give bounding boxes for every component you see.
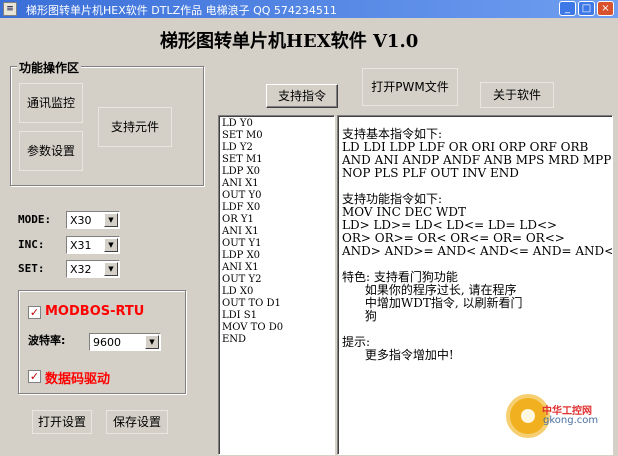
chevron-down-icon[interactable]: ▼ bbox=[104, 213, 118, 227]
inc-select[interactable]: X31 ▼ bbox=[66, 236, 120, 254]
mode-select[interactable]: X30 ▼ bbox=[66, 211, 120, 229]
modbus-label: MODBOS-RTU bbox=[45, 304, 145, 319]
minimize-button[interactable]: _ bbox=[559, 1, 576, 16]
datacode-checkbox[interactable]: ✓ bbox=[28, 370, 41, 383]
watermark-line2: gkong.com bbox=[543, 415, 599, 426]
chevron-down-icon[interactable]: ▼ bbox=[104, 262, 118, 276]
set-select[interactable]: X32 ▼ bbox=[66, 260, 120, 278]
app-icon: ≡ bbox=[3, 2, 17, 16]
title-bar: ≡ 梯形图转单片机HEX软件 DTLZ作品 电梯浪子 QQ 574234511 … bbox=[0, 0, 618, 18]
program-textarea[interactable]: LD Y0 SET M0 LD Y2 SET M1 LDP X0 ANI X1 … bbox=[218, 115, 335, 455]
app-title: 梯形图转单片机HEX软件 V1.0 bbox=[160, 31, 419, 52]
baud-value: 9600 bbox=[93, 336, 121, 349]
window-title: 梯形图转单片机HEX软件 DTLZ作品 电梯浪子 QQ 574234511 bbox=[26, 4, 337, 17]
comm-monitor-button[interactable]: 通讯监控 bbox=[19, 83, 83, 123]
function-area-group: 功能操作区 通讯监控 参数设置 支持元件 bbox=[10, 59, 204, 186]
gear-logo-icon bbox=[510, 398, 546, 434]
baud-select[interactable]: 9600 ▼ bbox=[89, 333, 161, 351]
about-button[interactable]: 关于软件 bbox=[480, 82, 554, 108]
open-settings-button[interactable]: 打开设置 bbox=[32, 410, 92, 434]
set-value: X32 bbox=[70, 263, 92, 276]
mode-value: X30 bbox=[70, 214, 92, 227]
supported-instructions-button[interactable]: 支持指令 bbox=[266, 84, 338, 108]
baud-label: 波特率: bbox=[28, 334, 66, 347]
inc-label: INC: bbox=[18, 238, 45, 251]
inc-value: X31 bbox=[70, 239, 92, 252]
set-label: SET: bbox=[18, 262, 45, 275]
param-settings-button[interactable]: 参数设置 bbox=[19, 131, 83, 171]
support-components-button[interactable]: 支持元件 bbox=[98, 107, 172, 147]
modbus-checkbox[interactable]: ✓ bbox=[28, 306, 41, 319]
comm-group: ✓ MODBOS-RTU 波特率: 9600 ▼ ✓ 数据码驱动 bbox=[18, 290, 186, 394]
close-button[interactable]: × bbox=[597, 1, 614, 16]
chevron-down-icon[interactable]: ▼ bbox=[145, 335, 159, 349]
open-pwm-file-button[interactable]: 打开PWM文件 bbox=[362, 68, 458, 106]
datacode-label: 数据码驱动 bbox=[45, 372, 111, 387]
maximize-button[interactable]: □ bbox=[578, 1, 595, 16]
chevron-down-icon[interactable]: ▼ bbox=[104, 238, 118, 252]
mode-label: MODE: bbox=[18, 213, 52, 226]
save-settings-button[interactable]: 保存设置 bbox=[106, 410, 168, 434]
function-area-legend: 功能操作区 bbox=[17, 59, 82, 76]
